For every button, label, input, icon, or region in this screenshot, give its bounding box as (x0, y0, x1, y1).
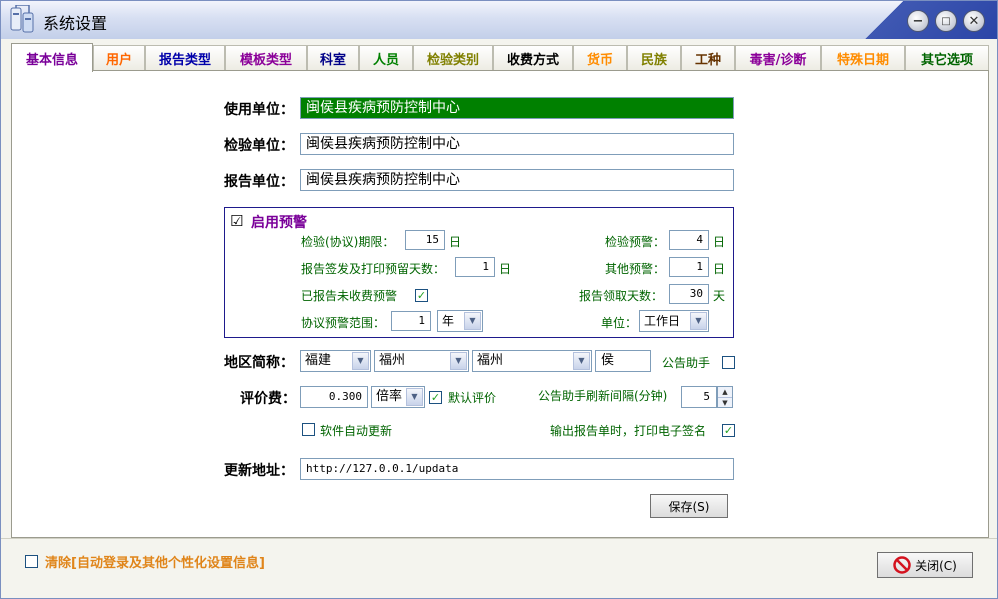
city-select[interactable]: 福州 ▼ (374, 350, 469, 372)
refresh-interval-input[interactable]: 5 (681, 386, 717, 408)
fee-input[interactable]: 0.300 (300, 386, 368, 408)
enable-warning-checkbox[interactable]: ☑ (230, 214, 243, 229)
tab-currency[interactable]: 货币 (573, 45, 627, 71)
period-input[interactable]: 15 (405, 230, 445, 250)
inspect-unit-label: 检验单位： (224, 138, 294, 154)
esign-label: 输出报告单时，打印电子签名 (550, 424, 707, 438)
period-unit: 日 (449, 235, 462, 249)
warning-group: ☑ 启用预警 检验(协议)期限： 15 日 检验预警： 4 日 报告签发及打印预… (224, 207, 734, 338)
inspect-warn-input[interactable]: 4 (669, 230, 709, 250)
esign-checkbox[interactable]: ✓ (722, 424, 735, 437)
other-warn-label: 其他预警： (605, 262, 666, 276)
inspect-unit-input[interactable]: 闽侯县疾病预防控制中心 (300, 133, 734, 155)
clear-settings-label: 清除[自动登录及其他个性化设置信息] (45, 556, 265, 571)
default-eval-checkbox[interactable]: ✓ (429, 391, 442, 404)
unpaid-warning-label: 已报告未收费预警 (301, 289, 398, 303)
tab-inspection-categories[interactable]: 检验类别 (413, 45, 493, 71)
period-label: 检验(协议)期限： (301, 235, 395, 249)
report-unit-input[interactable]: 闽侯县疾病预防控制中心 (300, 169, 734, 191)
tab-special-dates[interactable]: 特殊日期 (821, 45, 905, 71)
inspect-warn-unit: 日 (713, 235, 726, 249)
range-unit-select[interactable]: 年 ▼ (437, 310, 483, 332)
spin-down-icon[interactable]: ▼ (718, 397, 732, 407)
maximize-button[interactable]: □ (935, 10, 957, 32)
tab-report-types[interactable]: 报告类型 (145, 45, 225, 71)
basic-info-panel: 使用单位： 闽侯县疾病预防控制中心 检验单位： 闽侯县疾病预防控制中心 报告单位… (11, 70, 989, 538)
unit-select[interactable]: 工作日 ▼ (639, 310, 709, 332)
auto-update-checkbox[interactable] (302, 423, 315, 436)
clear-settings-checkbox[interactable] (25, 555, 38, 568)
minimize-button[interactable]: − (907, 10, 929, 32)
footer-divider (1, 538, 997, 539)
tab-basic-info[interactable]: 基本信息 (11, 43, 93, 72)
tab-staff[interactable]: 人员 (359, 45, 413, 71)
other-warn-unit: 日 (713, 262, 726, 276)
chevron-down-icon[interactable]: ▼ (690, 312, 707, 330)
fee-mode-select[interactable]: 倍率 ▼ (371, 386, 425, 408)
region-short-input[interactable]: 侯 (595, 350, 651, 372)
minimize-icon: − (912, 13, 924, 29)
settings-window: 系统设置 − □ ✕ 基本信息 用户 报告类型 模板类型 科室 人员 检验类别 … (0, 0, 998, 599)
unpaid-warning-checkbox[interactable]: ✓ (415, 289, 428, 302)
province-select[interactable]: 福建 ▼ (300, 350, 371, 372)
district-select[interactable]: 福州 ▼ (472, 350, 592, 372)
tab-ethnicity[interactable]: 民族 (627, 45, 681, 71)
report-unit-label: 报告单位： (224, 174, 294, 190)
refresh-interval-spinner[interactable]: ▲ ▼ (717, 386, 733, 408)
tab-departments[interactable]: 科室 (307, 45, 359, 71)
tab-template-types[interactable]: 模板类型 (225, 45, 307, 71)
helper-checkbox[interactable] (722, 356, 735, 369)
spin-up-icon[interactable]: ▲ (718, 387, 732, 397)
tab-bar: 基本信息 用户 报告类型 模板类型 科室 人员 检验类别 收费方式 货币 民族 … (11, 43, 989, 72)
collect-days-label: 报告领取天数： (579, 289, 664, 303)
tab-users[interactable]: 用户 (93, 45, 145, 71)
tab-job-types[interactable]: 工种 (681, 45, 735, 71)
chevron-down-icon[interactable]: ▼ (450, 352, 467, 370)
reserve-days-label: 报告签发及打印预留天数： (301, 262, 446, 276)
region-label: 地区简称： (224, 355, 294, 371)
app-logo-icon (10, 5, 34, 33)
close-button[interactable]: 关闭(C) (877, 552, 973, 578)
use-unit-input[interactable]: 闽侯县疾病预防控制中心 (300, 97, 734, 119)
other-warn-input[interactable]: 1 (669, 257, 709, 277)
inspect-warn-label: 检验预警： (605, 235, 666, 249)
chevron-down-icon[interactable]: ▼ (573, 352, 590, 370)
no-entry-icon (893, 556, 911, 574)
refresh-interval-label: 公告助手刷新间隔(分钟) (538, 389, 668, 403)
default-eval-label: 默认评价 (448, 391, 497, 405)
enable-warning-label: 启用预警 (251, 215, 307, 231)
tab-hazards-diagnosis[interactable]: 毒害/诊断 (735, 45, 821, 71)
update-url-label: 更新地址： (224, 463, 294, 479)
maximize-icon: □ (941, 15, 951, 27)
collect-days-input[interactable]: 30 (669, 284, 709, 304)
range-label: 协议预警范围： (301, 316, 386, 330)
close-window-button[interactable]: ✕ (963, 10, 985, 32)
range-input[interactable]: 1 (391, 311, 431, 331)
tab-payment-methods[interactable]: 收费方式 (493, 45, 573, 71)
unit-label: 单位： (601, 316, 638, 330)
chevron-down-icon[interactable]: ▼ (464, 312, 481, 330)
window-title: 系统设置 (43, 14, 108, 33)
fee-label: 评价费： (240, 391, 296, 407)
reserve-days-unit: 日 (499, 262, 512, 276)
reserve-days-input[interactable]: 1 (455, 257, 495, 277)
save-button[interactable]: 保存(S) (650, 494, 728, 518)
collect-days-unit: 天 (713, 289, 726, 303)
use-unit-label: 使用单位： (224, 102, 294, 118)
update-url-input[interactable]: http://127.0.0.1/updata (300, 458, 734, 480)
close-icon: ✕ (968, 13, 980, 29)
chevron-down-icon[interactable]: ▼ (352, 352, 369, 370)
tab-other-options[interactable]: 其它选项 (905, 45, 989, 71)
title-bar[interactable]: 系统设置 − □ ✕ (1, 1, 997, 39)
auto-update-label: 软件自动更新 (320, 424, 393, 438)
helper-label: 公告助手 (662, 356, 711, 370)
chevron-down-icon[interactable]: ▼ (406, 388, 423, 406)
